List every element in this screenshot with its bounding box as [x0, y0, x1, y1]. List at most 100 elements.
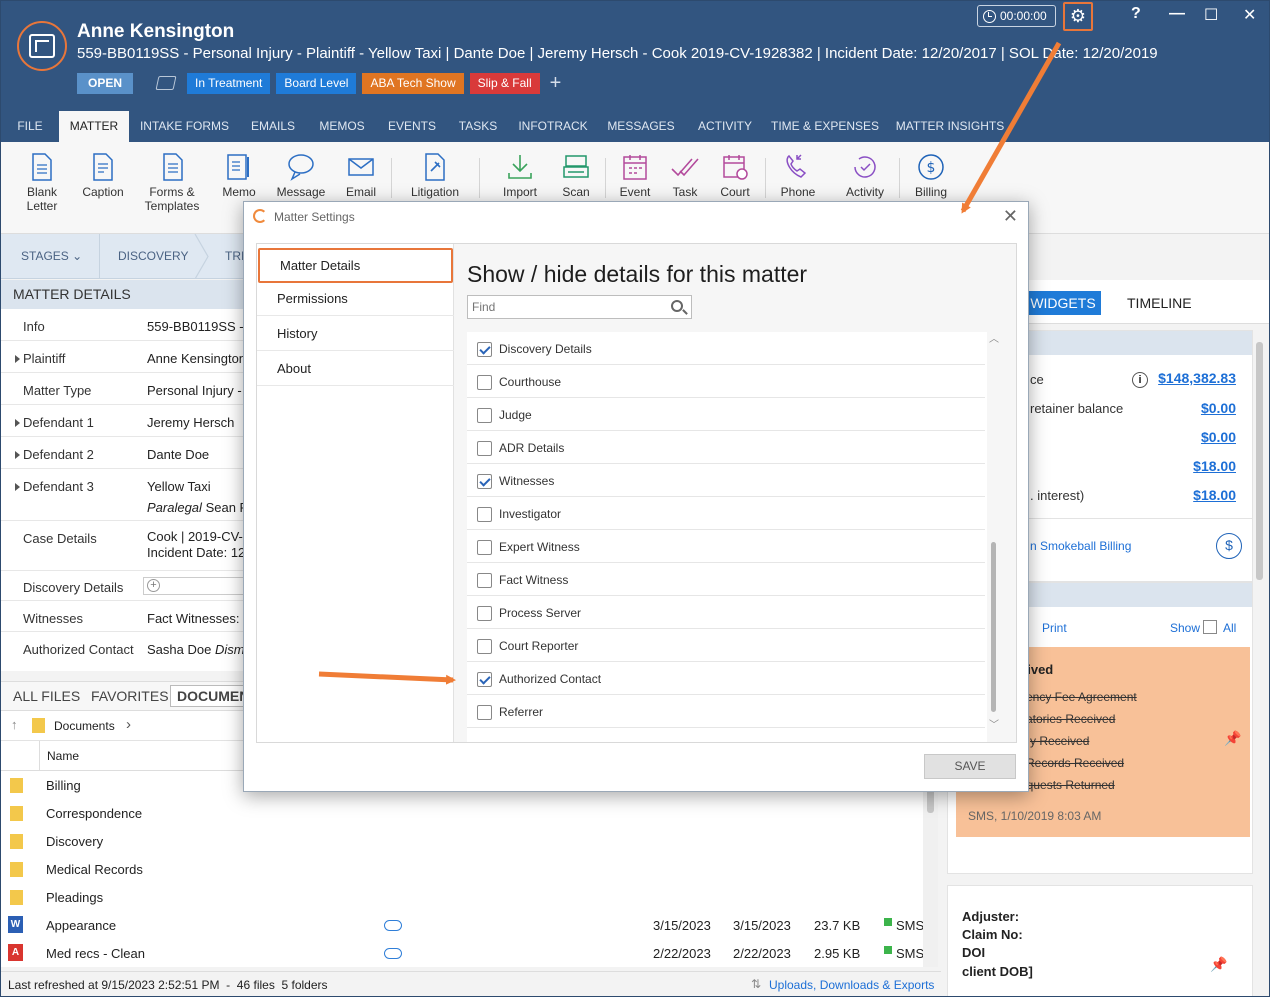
help-icon[interactable]: ?: [1131, 5, 1141, 23]
minimize-button[interactable]: —: [1169, 5, 1185, 23]
file-row[interactable]: W Appearance 3/15/2023 3/15/2023 23.7 KB SMS: [1, 911, 924, 939]
tab-messages[interactable]: MESSAGES: [605, 111, 677, 142]
detail-checkbox[interactable]: [477, 705, 492, 720]
file-row[interactable]: A Med recs - Clean 2/22/2023 2/22/2023 2.95 …: [1, 939, 924, 967]
matter-settings-gear-icon[interactable]: ⚙: [1063, 2, 1093, 31]
smokeball-billing-link[interactable]: n Smokeball Billing: [1030, 539, 1131, 553]
detail-checkbox[interactable]: [477, 474, 492, 489]
tab-all-files[interactable]: ALL FILES: [13, 688, 80, 704]
tag-icon[interactable]: [155, 76, 177, 90]
detail-row-authorized-contact[interactable]: Authorized Contact Sasha Doe Dismi: [1, 632, 247, 671]
tab-file[interactable]: FILE: [9, 111, 51, 142]
nav-about[interactable]: About: [257, 351, 454, 386]
breadcrumb-documents[interactable]: Documents: [54, 719, 115, 733]
nav-permissions[interactable]: Permissions: [257, 281, 454, 316]
tab-infotrack[interactable]: INFOTRACK: [515, 111, 591, 142]
detail-toggle-row[interactable]: Investigator: [467, 497, 985, 530]
billing-amount[interactable]: $18.00: [1193, 487, 1236, 503]
expand-icon[interactable]: [15, 355, 20, 363]
scroll-thumb[interactable]: [991, 542, 996, 712]
detail-row-defendant-2[interactable]: Defendant 2 Dante Doe: [1, 437, 244, 469]
add-discovery-field[interactable]: +: [143, 577, 244, 595]
detail-toggle-row[interactable]: Witnesses: [467, 464, 985, 497]
billing-amount[interactable]: $18.00: [1193, 458, 1236, 474]
detail-toggle-row[interactable]: ADR Details: [467, 431, 985, 464]
file-row[interactable]: Correspondence: [1, 799, 923, 827]
save-button[interactable]: SAVE: [924, 754, 1016, 779]
scroll-up-icon[interactable]: ︿: [989, 330, 999, 345]
detail-toggle-row[interactable]: Discovery Details: [467, 332, 985, 365]
detail-row-info[interactable]: Info 559-BB0119SS - Pers: [1, 309, 274, 341]
tab-timeline[interactable]: TIMELINE: [1127, 291, 1192, 315]
forms-templates-button[interactable]: Forms & Templates: [141, 142, 203, 232]
detail-toggle-row[interactable]: Fact Witness: [467, 563, 985, 596]
detail-toggle-row[interactable]: Authorized Contact: [467, 662, 985, 695]
add-tag-icon[interactable]: +: [550, 72, 562, 95]
detail-row-case-details[interactable]: Case Details Cook | 2019-CV-19 Incident Da…: [1, 521, 257, 571]
detail-checkbox[interactable]: [477, 375, 492, 390]
detail-checkbox[interactable]: [477, 507, 492, 522]
detail-checkbox[interactable]: [477, 540, 492, 555]
stages-dropdown[interactable]: STAGES ⌄: [21, 234, 82, 279]
tab-matter-insights[interactable]: MATTER INSIGHTS: [893, 111, 1007, 142]
detail-toggle-row[interactable]: Expert Witness: [467, 530, 985, 563]
find-box[interactable]: [467, 295, 692, 319]
tab-emails[interactable]: EMAILS: [245, 111, 301, 142]
up-arrow-icon[interactable]: ↑: [11, 717, 18, 732]
tab-time-expenses[interactable]: TIME & EXPENSES: [769, 111, 881, 142]
uploads-link[interactable]: Uploads, Downloads & Exports: [769, 978, 934, 992]
stage-discovery[interactable]: DISCOVERY: [118, 234, 188, 279]
right-panel-scrollbar[interactable]: [1253, 330, 1267, 990]
file-row[interactable]: Pleadings: [1, 883, 923, 911]
tag-aba-tech-show[interactable]: ABA Tech Show: [362, 72, 464, 94]
find-input[interactable]: [468, 296, 658, 318]
detail-checkbox[interactable]: [477, 672, 492, 687]
expand-icon[interactable]: [15, 419, 20, 427]
detail-row-witnesses[interactable]: Witnesses Fact Witnesses: 4: [1, 601, 250, 632]
detail-toggle-row[interactable]: Judge: [467, 398, 985, 431]
detail-checkbox[interactable]: [477, 342, 492, 357]
detail-toggle-row[interactable]: Process Server: [467, 596, 985, 629]
file-row[interactable]: Discovery: [1, 827, 923, 855]
tab-favorites[interactable]: FAVORITES: [91, 688, 169, 704]
detail-row-matter-type[interactable]: Matter Type Personal Injury - Pl: [1, 373, 257, 405]
timer-button[interactable]: 00:00:00: [977, 5, 1056, 27]
scroll-thumb[interactable]: [1256, 342, 1263, 580]
add-circle-icon[interactable]: +: [147, 579, 160, 592]
detail-row-plaintiff[interactable]: Plaintiff Anne Kensington: [1, 341, 246, 373]
pin-icon[interactable]: 📌: [1224, 730, 1241, 747]
detail-checkbox[interactable]: [477, 408, 492, 423]
scroll-down-icon[interactable]: ﹀: [989, 716, 999, 731]
tab-widgets[interactable]: WIDGETS: [1025, 291, 1101, 315]
pin-icon[interactable]: 📌: [1210, 956, 1227, 973]
detail-checkbox[interactable]: [477, 639, 492, 654]
blank-letter-button[interactable]: Blank Letter: [19, 142, 65, 232]
detail-checkbox[interactable]: [477, 573, 492, 588]
tab-activity[interactable]: ACTIVITY: [691, 111, 759, 142]
nav-matter-details[interactable]: Matter Details: [258, 248, 453, 283]
dollar-icon[interactable]: $: [1216, 533, 1242, 559]
show-link[interactable]: Show: [1170, 621, 1200, 635]
tab-memos[interactable]: MEMOS: [313, 111, 371, 142]
close-window-button[interactable]: ✕: [1243, 5, 1256, 25]
status-badge[interactable]: OPEN: [77, 72, 134, 94]
tab-tasks[interactable]: TASKS: [453, 111, 503, 142]
close-icon[interactable]: ✕: [1003, 206, 1018, 227]
nav-history[interactable]: History: [257, 316, 454, 351]
chevron-right-icon[interactable]: ›: [126, 716, 131, 733]
caption-button[interactable]: Caption: [77, 142, 129, 232]
detail-toggle-row[interactable]: Court Reporter: [467, 629, 985, 662]
search-icon[interactable]: [671, 300, 683, 312]
detail-row-discovery[interactable]: Discovery Details +: [1, 571, 244, 601]
show-all-checkbox[interactable]: [1203, 620, 1217, 634]
expand-icon[interactable]: [15, 483, 20, 491]
checklist-scrollbar[interactable]: ︿ ﹀: [988, 332, 1000, 732]
tab-events[interactable]: EVENTS: [383, 111, 441, 142]
billing-amount[interactable]: $148,382.83: [1158, 370, 1236, 386]
name-column-header[interactable]: Name: [47, 749, 79, 763]
file-row[interactable]: Medical Records: [1, 855, 923, 883]
tab-intake-forms[interactable]: INTAKE FORMS: [137, 111, 232, 142]
detail-row-defendant-3[interactable]: Defendant 3 Yellow Taxi Paralegal Sean Pa: [1, 469, 255, 521]
billing-amount[interactable]: $0.00: [1201, 400, 1236, 416]
detail-checkbox[interactable]: [477, 606, 492, 621]
